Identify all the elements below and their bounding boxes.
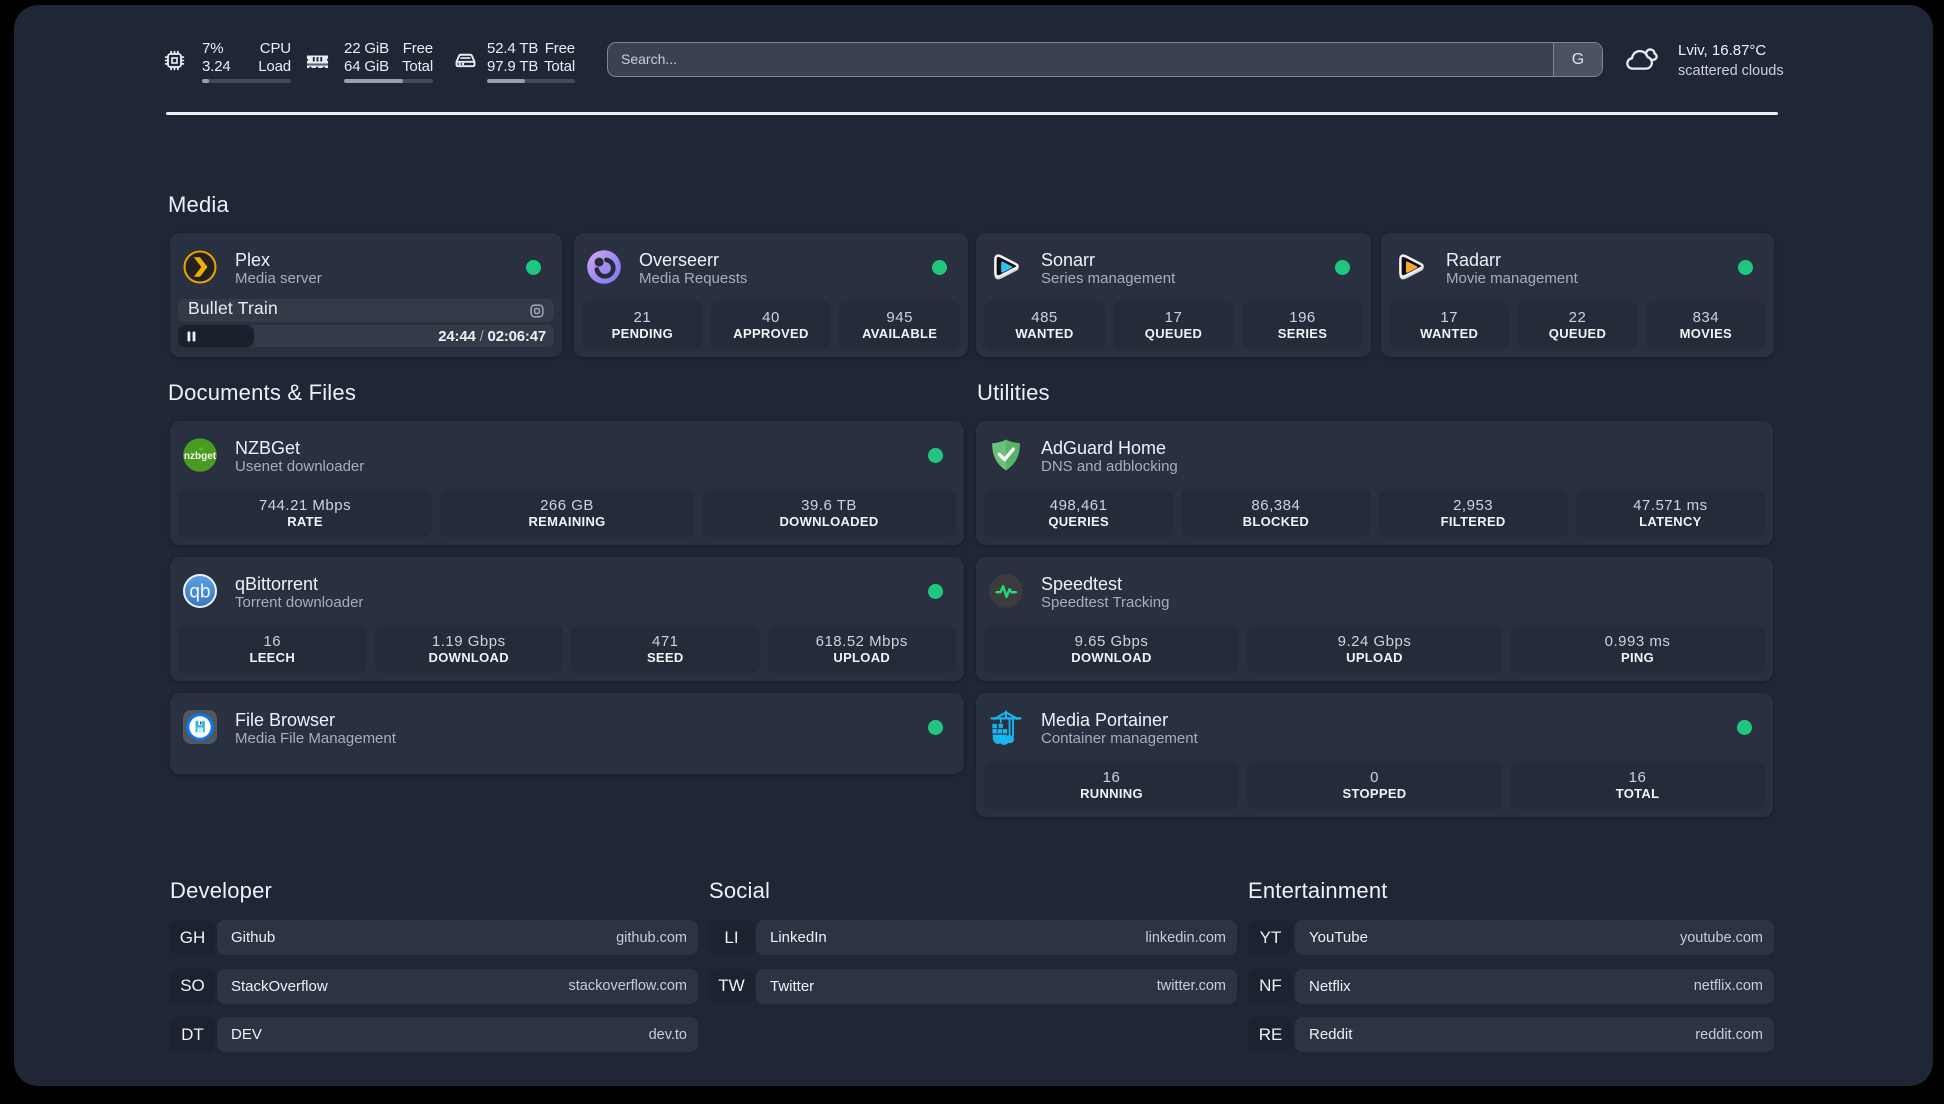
svg-text:nzbget: nzbget (184, 451, 217, 462)
svg-text:qb: qb (189, 582, 210, 603)
